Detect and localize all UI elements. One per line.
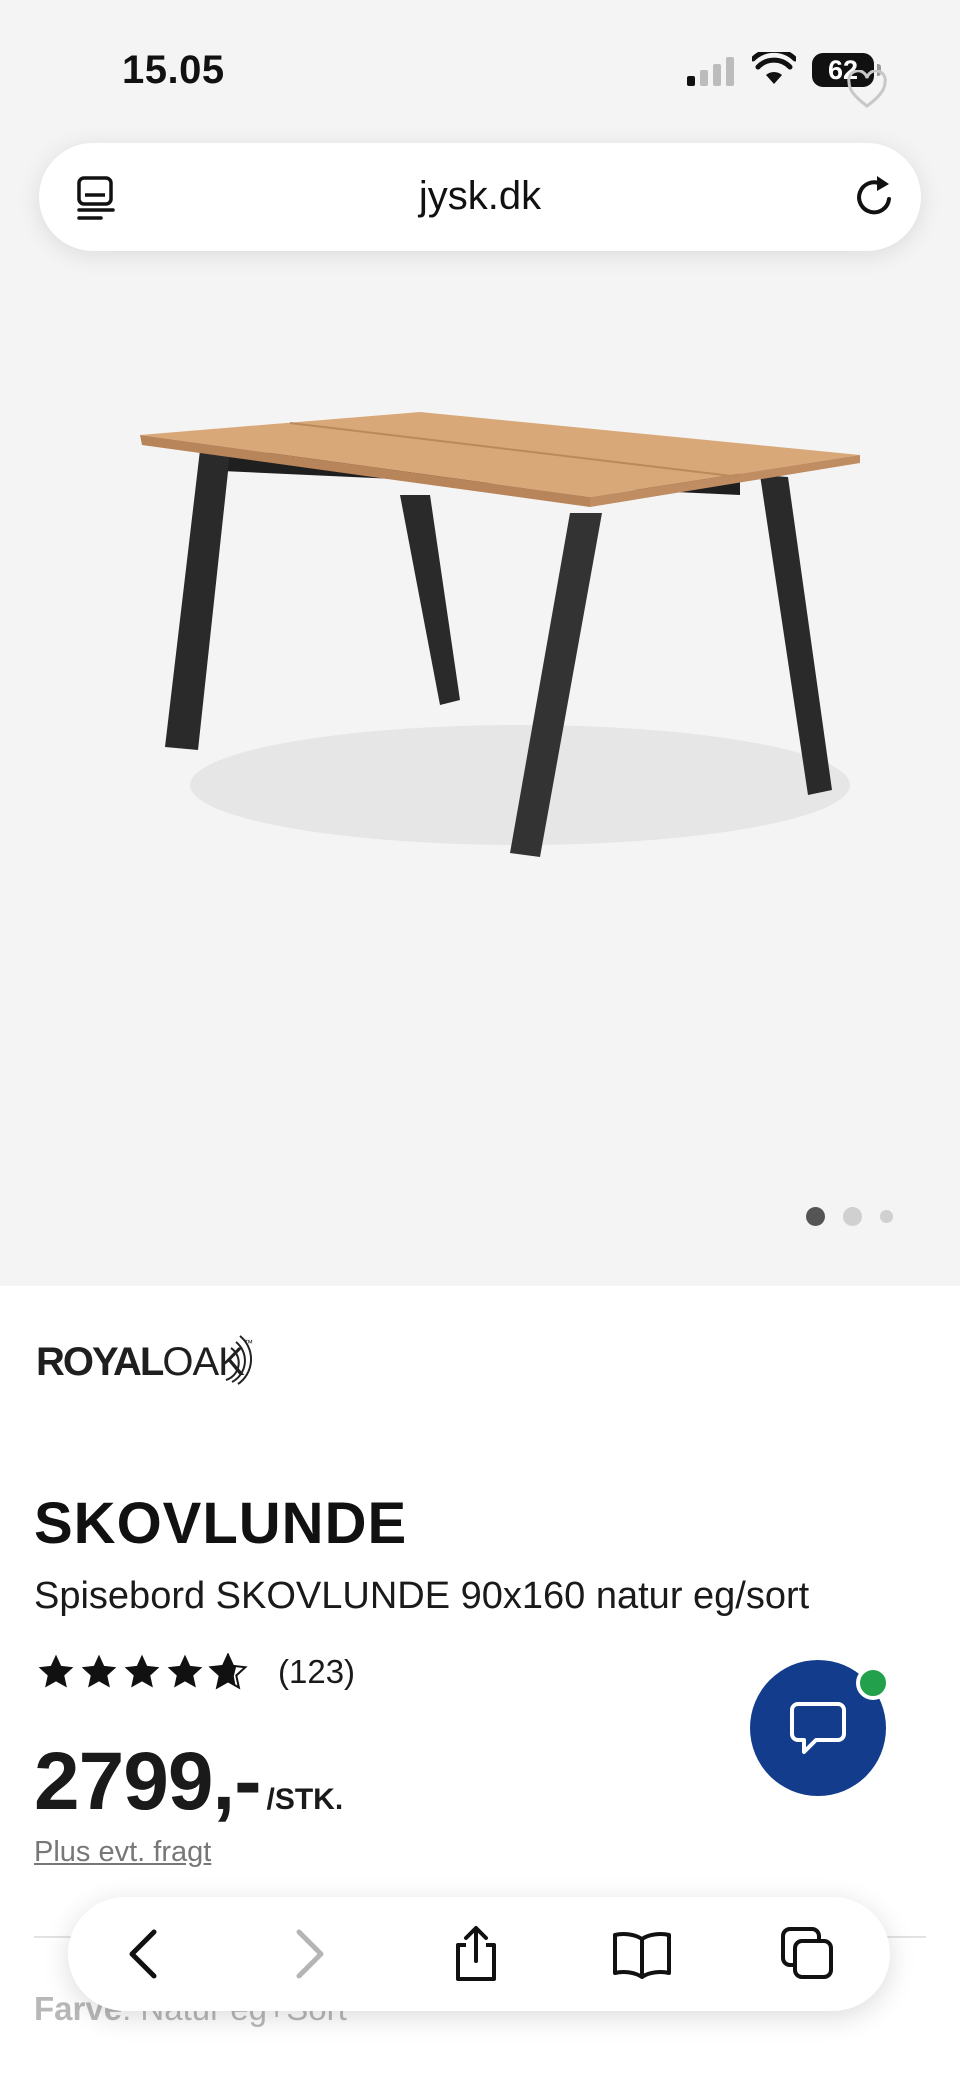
back-icon [129, 1929, 157, 1979]
forward-icon [296, 1929, 324, 1979]
price-value: 2799,- [34, 1736, 262, 1827]
cellular-signal-icon [687, 56, 734, 86]
brand-logo-mark: ™ [225, 1335, 253, 1385]
chat-bubble-icon [790, 1702, 846, 1754]
product-image [140, 412, 860, 857]
product-description: Spisebord SKOVLUNDE 90x160 natur eg/sort [34, 1575, 810, 1617]
brand-logo-royal: ROYAL [36, 1340, 164, 1384]
gallery-dot-3[interactable] [880, 1210, 893, 1223]
reload-icon[interactable] [851, 173, 899, 221]
chat-button[interactable] [750, 1660, 890, 1796]
gallery-dot-2[interactable] [843, 1207, 862, 1226]
bookmarks-icon [613, 1932, 671, 1979]
shipping-info-link[interactable]: Plus evt. fragt [34, 1836, 211, 1869]
share-icon [456, 1926, 496, 1981]
wifi-icon [752, 52, 796, 84]
brand-logo[interactable]: ROYALOAK ™ [36, 1335, 253, 1385]
forward-button[interactable] [264, 1897, 354, 2011]
page: 15.05 62 jysk.dk ROYALOAK ™ SKOVLUNDE Sp… [0, 0, 960, 2081]
product-title: SKOVLUNDE [34, 1491, 408, 1556]
rating-stars [36, 1653, 248, 1691]
star-icon [81, 1654, 117, 1688]
back-button[interactable] [99, 1897, 189, 2011]
star-half-icon [208, 1653, 248, 1690]
brand-logo-tm: ™ [244, 1338, 253, 1348]
bookmarks-button[interactable] [597, 1897, 687, 2011]
gallery-pagination[interactable] [806, 1207, 893, 1226]
url-text[interactable]: jysk.dk [39, 174, 921, 219]
product-price: 2799,- /STK. [34, 1735, 343, 1829]
address-bar[interactable]: jysk.dk [39, 143, 921, 251]
gallery-dot-1[interactable] [806, 1207, 825, 1226]
heart-icon[interactable] [846, 70, 888, 110]
tabs-button[interactable] [763, 1897, 853, 2011]
tabs-icon [781, 1927, 833, 1979]
share-button[interactable] [431, 1897, 521, 2011]
product-rating[interactable]: (123) [36, 1653, 355, 1691]
online-status-dot [856, 1666, 890, 1700]
star-icon [167, 1654, 203, 1688]
browser-toolbar [68, 1897, 890, 2011]
star-icon [38, 1654, 74, 1688]
rating-count[interactable]: (123) [278, 1653, 355, 1691]
status-time: 15.05 [122, 48, 225, 92]
status-bar: 15.05 62 [0, 0, 960, 140]
star-icon [124, 1654, 160, 1688]
price-unit: /STK. [266, 1783, 344, 1816]
